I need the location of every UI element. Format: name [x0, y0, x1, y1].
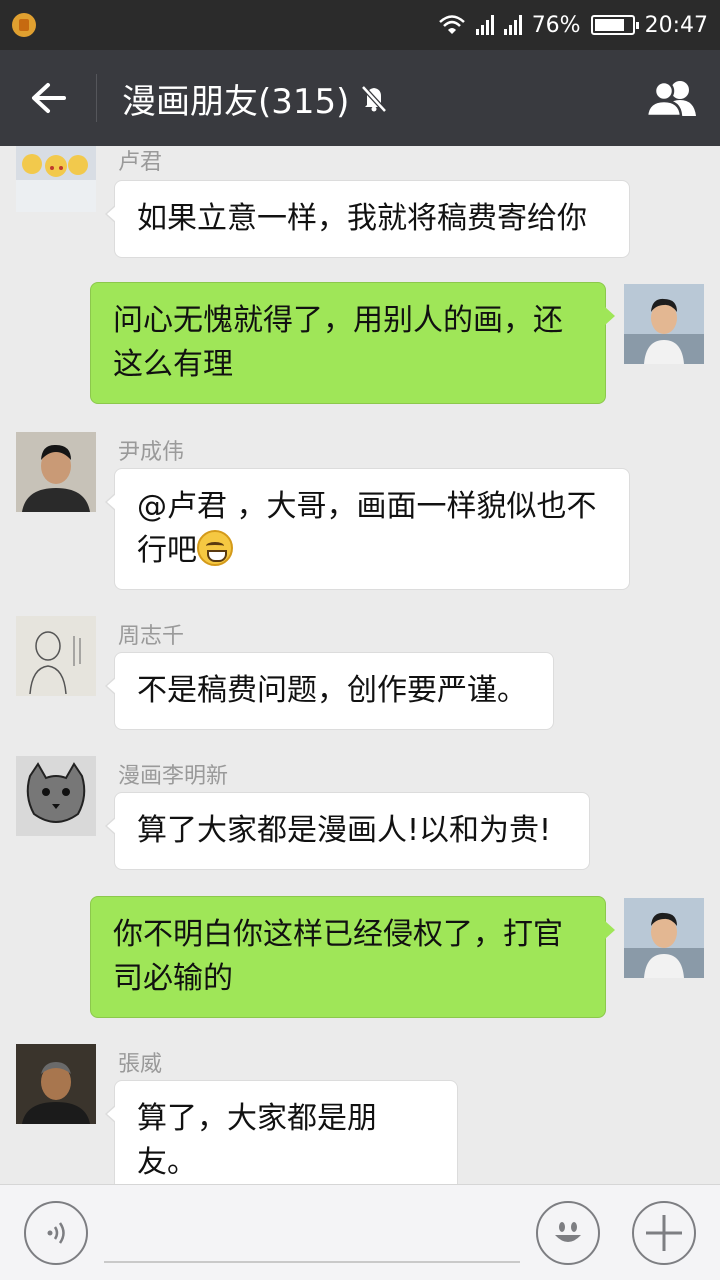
message-bubble[interactable]: 算了大家都是漫画人!以和为贵!: [105, 792, 590, 870]
emoji-button[interactable]: [536, 1201, 600, 1265]
voice-button[interactable]: [24, 1201, 88, 1265]
avatar[interactable]: [16, 432, 96, 512]
chat-title-area: 漫画朋友(315): [122, 50, 389, 146]
message-line: 你不明白你这样已经侵权了，打官: [113, 917, 563, 952]
input-bar: [0, 1184, 720, 1280]
message-line: 这么有理: [113, 347, 233, 382]
message-bubble[interactable]: 算了，大家都是朋友。: [105, 1080, 458, 1184]
message-line: 问心无愧就得了，用别人的画，还: [113, 303, 563, 338]
battery-percent: 76%: [531, 12, 581, 38]
sender-name: 張威: [118, 1052, 163, 1077]
sender-name: 卢君: [118, 150, 163, 175]
avatar[interactable]: [624, 284, 704, 364]
avatar[interactable]: [16, 616, 96, 696]
message-row: 卢君 如果立意一样，我就将稿费寄给你: [0, 146, 720, 262]
message-bubble[interactable]: 如果立意一样，我就将稿费寄给你: [105, 180, 630, 258]
avatar[interactable]: [16, 756, 96, 836]
avatar[interactable]: [16, 1044, 96, 1124]
wifi-icon: [438, 15, 465, 34]
message-bubble[interactable]: @卢君 ，大哥，画面一样貌似也不 行吧: [105, 468, 630, 590]
plus-icon: [646, 1215, 682, 1251]
app-notification-icon: [12, 13, 36, 37]
sender-name: 漫画李明新: [118, 764, 229, 789]
message-row: 周志千 不是稿费问题，创作要严谨。: [0, 616, 720, 736]
message-row: 问心无愧就得了，用别人的画，还 这么有理: [0, 282, 720, 412]
chat-message-list[interactable]: 卢君 如果立意一样，我就将稿费寄给你 问心无愧就得了，用别人的画，还 这么有理: [0, 146, 720, 1184]
message-input[interactable]: [104, 1261, 520, 1263]
message-row: 張威 算了，大家都是朋友。: [0, 1044, 720, 1184]
battery-icon: [590, 15, 639, 35]
signal-icon: [475, 15, 494, 35]
grinning-face-icon: [197, 530, 233, 566]
title-bar: 漫画朋友(315): [0, 50, 720, 146]
group-members-button[interactable]: [642, 72, 702, 124]
sender-name: 尹成伟: [118, 440, 185, 465]
avatar[interactable]: [624, 898, 704, 978]
signal-icon: [503, 15, 522, 35]
message-row: 你不明白你这样已经侵权了，打官 司必输的: [0, 896, 720, 1026]
message-line: @卢君 ，大哥，画面一样貌似也不: [137, 489, 597, 524]
group-members-icon: [645, 80, 696, 118]
message-bubble[interactable]: 问心无愧就得了，用别人的画，还 这么有理: [90, 282, 615, 404]
message-row: 尹成伟 @卢君 ，大哥，画面一样貌似也不 行吧: [0, 432, 720, 592]
message-row: 漫画李明新 算了大家都是漫画人!以和为贵!: [0, 756, 720, 876]
message-bubble[interactable]: 不是稿费问题，创作要严谨。: [105, 652, 554, 730]
back-button[interactable]: [20, 72, 76, 124]
mute-bell-icon: [359, 83, 389, 113]
message-line: 行吧: [137, 533, 197, 568]
emoji-icon: [555, 1222, 581, 1242]
status-bar: 76% 20:47: [0, 0, 720, 50]
message-bubble[interactable]: 你不明白你这样已经侵权了，打官 司必输的: [90, 896, 615, 1018]
message-line: 司必输的: [113, 961, 233, 996]
chat-title: 漫画朋友(315): [122, 81, 350, 122]
status-bar-right: 76% 20:47: [438, 0, 708, 50]
avatar[interactable]: [16, 146, 96, 212]
title-divider: [96, 74, 97, 122]
back-arrow-icon: [32, 83, 66, 113]
clock: 20:47: [644, 12, 708, 38]
sender-name: 周志千: [118, 624, 185, 649]
voice-icon: [47, 1222, 65, 1244]
message-line-with-emoji: 行吧: [137, 529, 607, 573]
plus-button[interactable]: [632, 1201, 696, 1265]
